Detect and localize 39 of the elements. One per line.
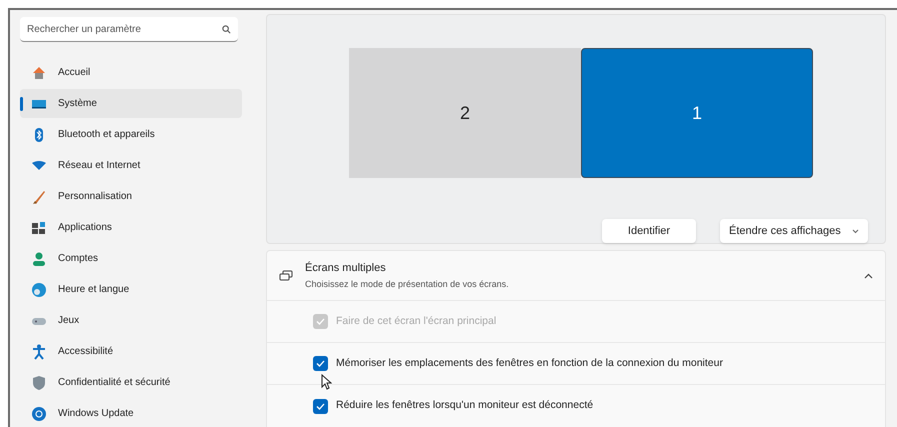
checkbox-label: Mémoriser les emplacements des fenêtres en fonction de la connexion du moniteur: [336, 356, 723, 371]
sidebar-item[interactable]: Confidentialité et sécurité: [20, 368, 242, 397]
shield-icon: [31, 374, 47, 390]
search-icon: [222, 25, 231, 34]
sidebar-item[interactable]: Jeux: [20, 306, 242, 335]
checkmark-icon: [316, 402, 325, 410]
identify-button[interactable]: Identifier: [602, 219, 696, 243]
checkbox[interactable]: [313, 398, 328, 414]
section-title: Écrans multiples: [305, 260, 387, 276]
checkbox-label: Faire de cet écran l'écran principal: [336, 314, 496, 329]
sidebar-item[interactable]: Windows Update: [20, 399, 242, 427]
sidebar-item[interactable]: Accueil: [20, 58, 242, 87]
monitors-icon: [279, 270, 293, 282]
display-mode-dropdown[interactable]: Étendre ces affichages: [720, 219, 868, 243]
checkbox-label: Réduire les fenêtres lorsqu'un moniteur est déconnecté: [336, 398, 594, 414]
sidebar-item[interactable]: Réseau et Internet: [20, 151, 242, 180]
search-field[interactable]: Rechercher un paramètre: [20, 17, 238, 42]
sidebar-item[interactable]: Accessibilité: [20, 337, 242, 366]
sidebar-item[interactable]: Comptes: [20, 244, 242, 273]
sidebar-item[interactable]: Heure et langue: [20, 275, 242, 304]
person-icon: [31, 250, 47, 266]
mouse-pointer-icon: [321, 374, 332, 390]
paintbrush-icon: [31, 188, 47, 204]
multiple-displays-header[interactable]: Écrans multiples Choisissez le mode de présentation de vos écrans.: [267, 251, 885, 301]
checkbox[interactable]: [313, 356, 328, 371]
accessibility-icon: [31, 344, 47, 360]
sidebar-item[interactable]: Applications: [20, 213, 242, 242]
selection-indicator: [20, 97, 23, 111]
section-subtitle: Choisissez le mode de présentation de vos écrans.: [305, 278, 510, 291]
chevron-down-icon: [852, 228, 859, 234]
house-icon: [31, 64, 47, 80]
monitor-tile[interactable]: 2: [349, 48, 581, 178]
monitor-tile[interactable]: 1: [581, 48, 813, 178]
sidebar-item[interactable]: Bluetooth et appareils: [20, 120, 242, 149]
sidebar-item[interactable]: Système: [20, 89, 242, 118]
apps-grid-icon: [31, 220, 47, 236]
sidebar-item[interactable]: Personnalisation: [20, 182, 242, 211]
checkmark-icon: [316, 360, 325, 367]
checkmark-icon: [316, 318, 325, 325]
